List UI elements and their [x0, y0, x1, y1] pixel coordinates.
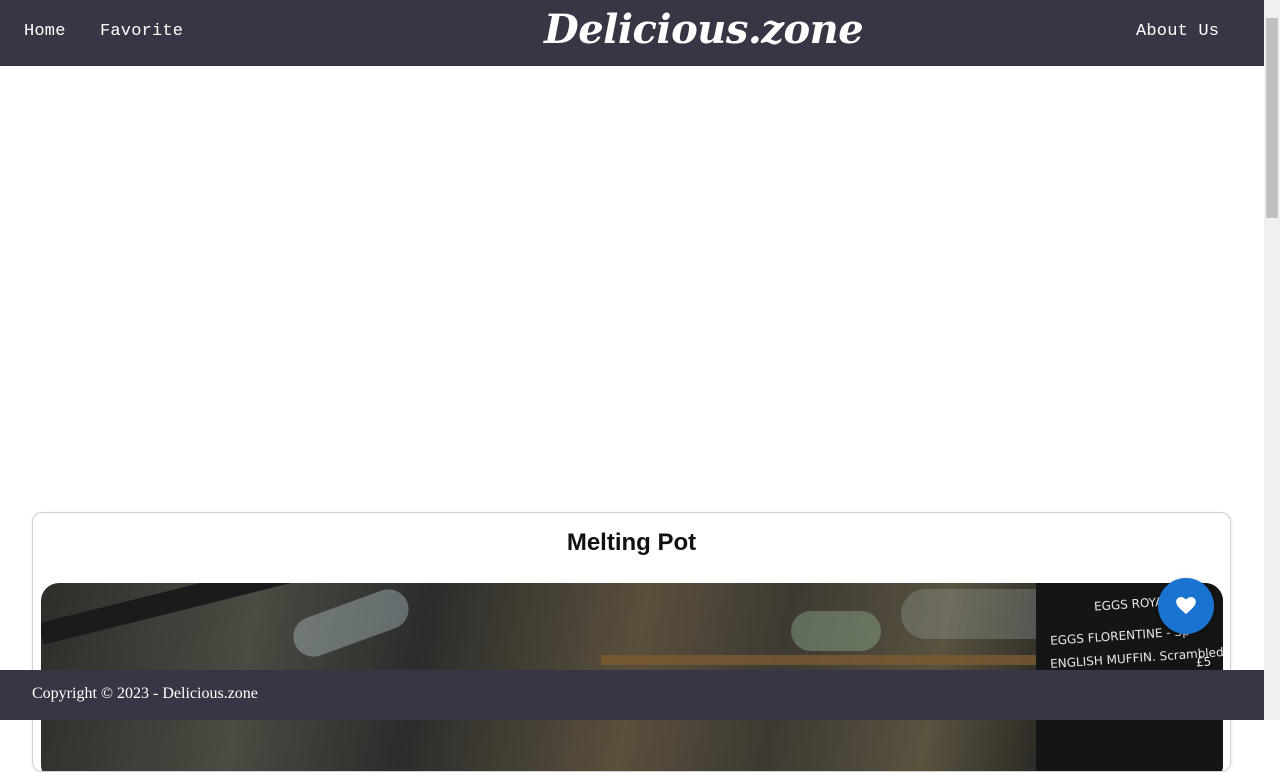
photo-detail [601, 655, 1041, 665]
scrollbar-thumb[interactable] [1266, 18, 1278, 218]
top-navbar: Home Favorite Delicious.zone About Us [0, 0, 1264, 66]
copyright-text: Copyright © 2023 - Delicious.zone [32, 685, 258, 702]
restaurant-card[interactable]: Melting Pot EGGS ROYAL EGGS FLORENTINE -… [32, 512, 1231, 772]
restaurant-title: Melting Pot [566, 529, 697, 556]
nav-link-about[interactable]: About Us [1136, 22, 1219, 41]
photo-detail [287, 583, 415, 663]
brand-logo[interactable]: Delicious.zone [544, 6, 864, 53]
footer: Copyright © 2023 - Delicious.zone [0, 670, 1264, 720]
nav-link-favorite[interactable]: Favorite [100, 22, 183, 41]
heart-icon [1176, 597, 1196, 615]
photo-detail [791, 611, 881, 651]
favorite-button[interactable] [1158, 578, 1214, 634]
chalk-price: £5 [1195, 654, 1212, 670]
vertical-scrollbar[interactable] [1264, 0, 1280, 720]
nav-link-home[interactable]: Home [24, 22, 66, 41]
